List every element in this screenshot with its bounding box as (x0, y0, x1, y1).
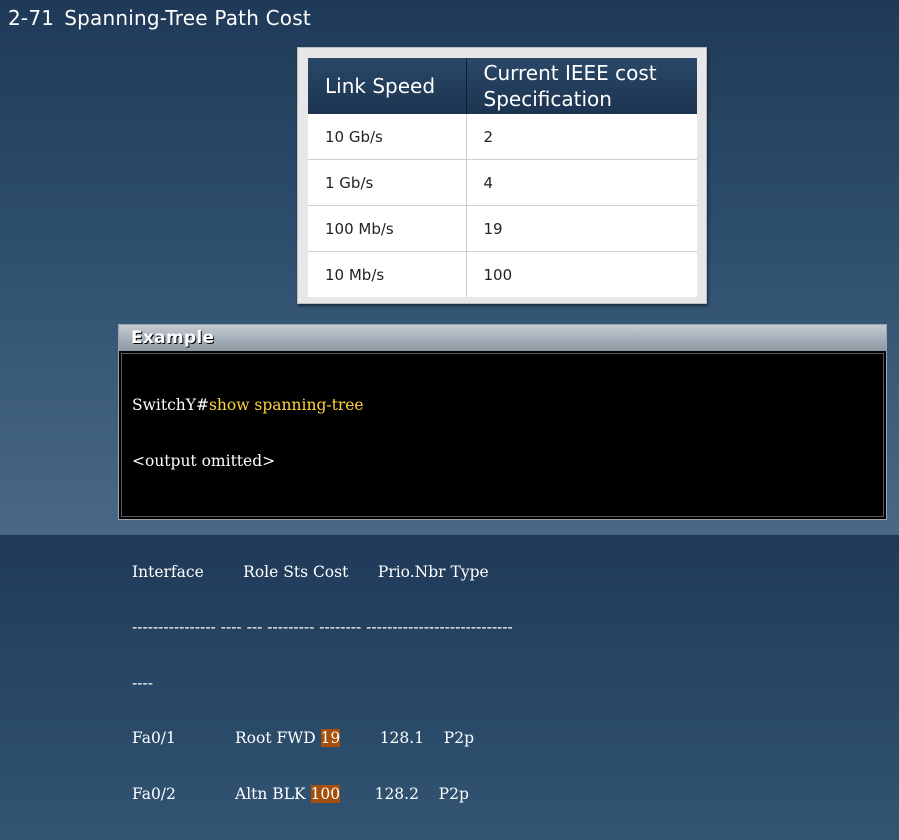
console-dash-line: ---------------- ---- --- --------- ----… (132, 618, 513, 636)
cell-cost: 100 (466, 251, 697, 297)
row-prefix: Fa0/2 Altn BLK (132, 784, 311, 803)
header-link-speed: Link Speed (308, 58, 467, 114)
console-prompt: SwitchY# (132, 396, 209, 414)
row-suffix: 128.1 P2p (340, 729, 474, 747)
header-link-speed-label: Link Speed (325, 74, 436, 98)
cell-link-speed: 10 Gb/s (308, 114, 467, 160)
header-ieee-cost-line-2: Specification (483, 87, 612, 111)
cell-cost: 19 (466, 205, 697, 252)
cell-link-speed: 100 Mb/s (308, 205, 467, 252)
example-panel: Example SwitchY#show spanning-tree <outp… (118, 324, 887, 803)
cost-highlight: 100 (310, 784, 341, 803)
cell-cost: 4 (466, 159, 697, 206)
slide-number: 2-71 (8, 6, 55, 30)
header-ieee-cost: Current IEEE cost Specification (466, 58, 697, 114)
slide-heading: Spanning-Tree Path Cost (64, 6, 311, 30)
cell-link-speed: 1 Gb/s (308, 159, 467, 206)
row-suffix: 128.2 P2p (340, 784, 469, 803)
path-cost-table: Link Speed Current IEEE cost Specificati… (308, 58, 697, 297)
console-omitted-line: <output omitted> (132, 451, 276, 470)
cell-cost: 2 (483, 127, 494, 146)
table-row: 1 Gb/s 4 (308, 159, 697, 206)
table-row: 10 Gb/s 2 (308, 114, 697, 160)
console-row-fa0-2: Fa0/2 Altn BLK 100 128.2 P2p (132, 784, 883, 804)
table-row: 10 Mb/s 100 (308, 251, 697, 297)
cell-link-speed: 10 Mb/s (308, 251, 467, 297)
row-prefix: Fa0/1 Root FWD (132, 729, 321, 747)
example-header: Example (119, 325, 886, 351)
console-command-line: SwitchY#show spanning-tree (132, 396, 883, 415)
console-command: show spanning-tree (208, 396, 364, 414)
console-row-fa0-1: Fa0/1 Root FWD 19 128.1 P2p (132, 729, 883, 748)
table-row: 100 Mb/s 19 (308, 205, 697, 252)
console-dash-line-wrap: ---- (132, 673, 153, 692)
table-header-row: Link Speed Current IEEE cost Specificati… (308, 58, 697, 114)
console-columns-line: Interface Role Sts Cost Prio.Nbr Type (132, 562, 489, 581)
cost-highlight: 19 (320, 729, 341, 747)
console-output: SwitchY#show spanning-tree <output omitt… (121, 353, 884, 803)
slide-title: 2-71 Spanning-Tree Path Cost (8, 6, 311, 30)
header-ieee-cost-line-1: Current IEEE cost (483, 61, 657, 85)
path-cost-table-frame: Link Speed Current IEEE cost Specificati… (297, 47, 707, 304)
